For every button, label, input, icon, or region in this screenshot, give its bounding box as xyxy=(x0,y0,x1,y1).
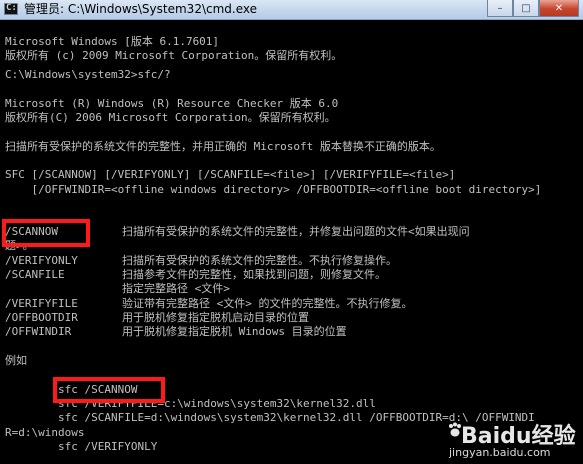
option-name-scanfile: /SCANFILE xyxy=(5,268,65,281)
option-name-verifyfile: /VERIFYFILE xyxy=(5,297,78,310)
option-desc-scannow: 扫描所有受保护的系统文件的完整性，并修复出问题的文件<如果出现问 xyxy=(122,225,470,238)
example-line: sfc /VERIFYONLY xyxy=(5,440,158,453)
example-line: R=d:\windows xyxy=(5,426,85,439)
highlight-box-scannow-example xyxy=(53,377,165,403)
watermark-url: jingyan.baidu.com xyxy=(449,446,551,459)
minimize-button[interactable]: – xyxy=(487,0,513,17)
console-line: [/OFFWINDIR=<offline windows directory> … xyxy=(5,183,542,196)
watermark: Baidu经验 jingyan.baidu.com xyxy=(447,418,577,462)
option-desc-verifyonly: 扫描所有受保护的系统文件的完整性。不执行修复操作。 xyxy=(122,254,397,267)
title-bar[interactable]: C:\ 管理员: C:\Windows\System32\cmd.exe – □… xyxy=(0,0,583,20)
highlight-box-scannow-option xyxy=(2,219,90,247)
option-name-offwindir: /OFFWINDIR xyxy=(5,325,72,338)
maximize-button[interactable]: □ xyxy=(513,0,539,17)
console-line: 版权所有(C) 2006 Microsoft Corporation。保留所有权… xyxy=(5,111,336,124)
option-desc-offbootdir: 用于脱机修复指定脱机启动目录的位置 xyxy=(122,311,309,324)
window-controls: – □ ✕ xyxy=(487,0,579,18)
console-line: Microsoft Windows [版本 6.1.7601] xyxy=(5,35,220,48)
console-output[interactable]: Microsoft Windows [版本 6.1.7601] 版权所有 (c)… xyxy=(0,21,583,464)
option-desc-scanfile: 扫描参考文件的完整性，如果找到问题，则修复文件。 xyxy=(122,268,386,281)
cmd-icon: C:\ xyxy=(4,3,23,15)
window-title: 管理员: C:\Windows\System32\cmd.exe xyxy=(24,2,257,16)
console-line: 版权所有 (c) 2009 Microsoft Corporation。保留所有… xyxy=(5,49,343,62)
option-desc-verifyfile: 验证带有完整路径 <文件> 的文件的完整性。不执行修复。 xyxy=(122,297,413,310)
option-desc-scanfile-path: 指定完整路径 <文件> xyxy=(122,282,230,295)
console-line: Microsoft (R) Windows (R) Resource Check… xyxy=(5,97,339,110)
cmd-window: C:\ 管理员: C:\Windows\System32\cmd.exe – □… xyxy=(0,0,583,464)
console-line: C:\Windows\system32>sfc/? xyxy=(5,68,171,81)
option-name-offbootdir: /OFFBOOTDIR xyxy=(5,311,78,324)
option-name-verifyonly: /VERIFYONLY xyxy=(5,254,78,267)
close-button[interactable]: ✕ xyxy=(539,0,579,17)
example-heading: 例如 xyxy=(5,354,27,367)
option-desc-offwindir: 用于脱机修复指定脱机 Windows 目录的位置 xyxy=(122,325,347,338)
console-line: SFC [/SCANNOW] [/VERIFYONLY] [/SCANFILE=… xyxy=(5,168,456,181)
console-line: 扫描所有受保护的系统文件的完整性，并用正确的 Microsoft 版本替换不正确… xyxy=(5,140,441,153)
